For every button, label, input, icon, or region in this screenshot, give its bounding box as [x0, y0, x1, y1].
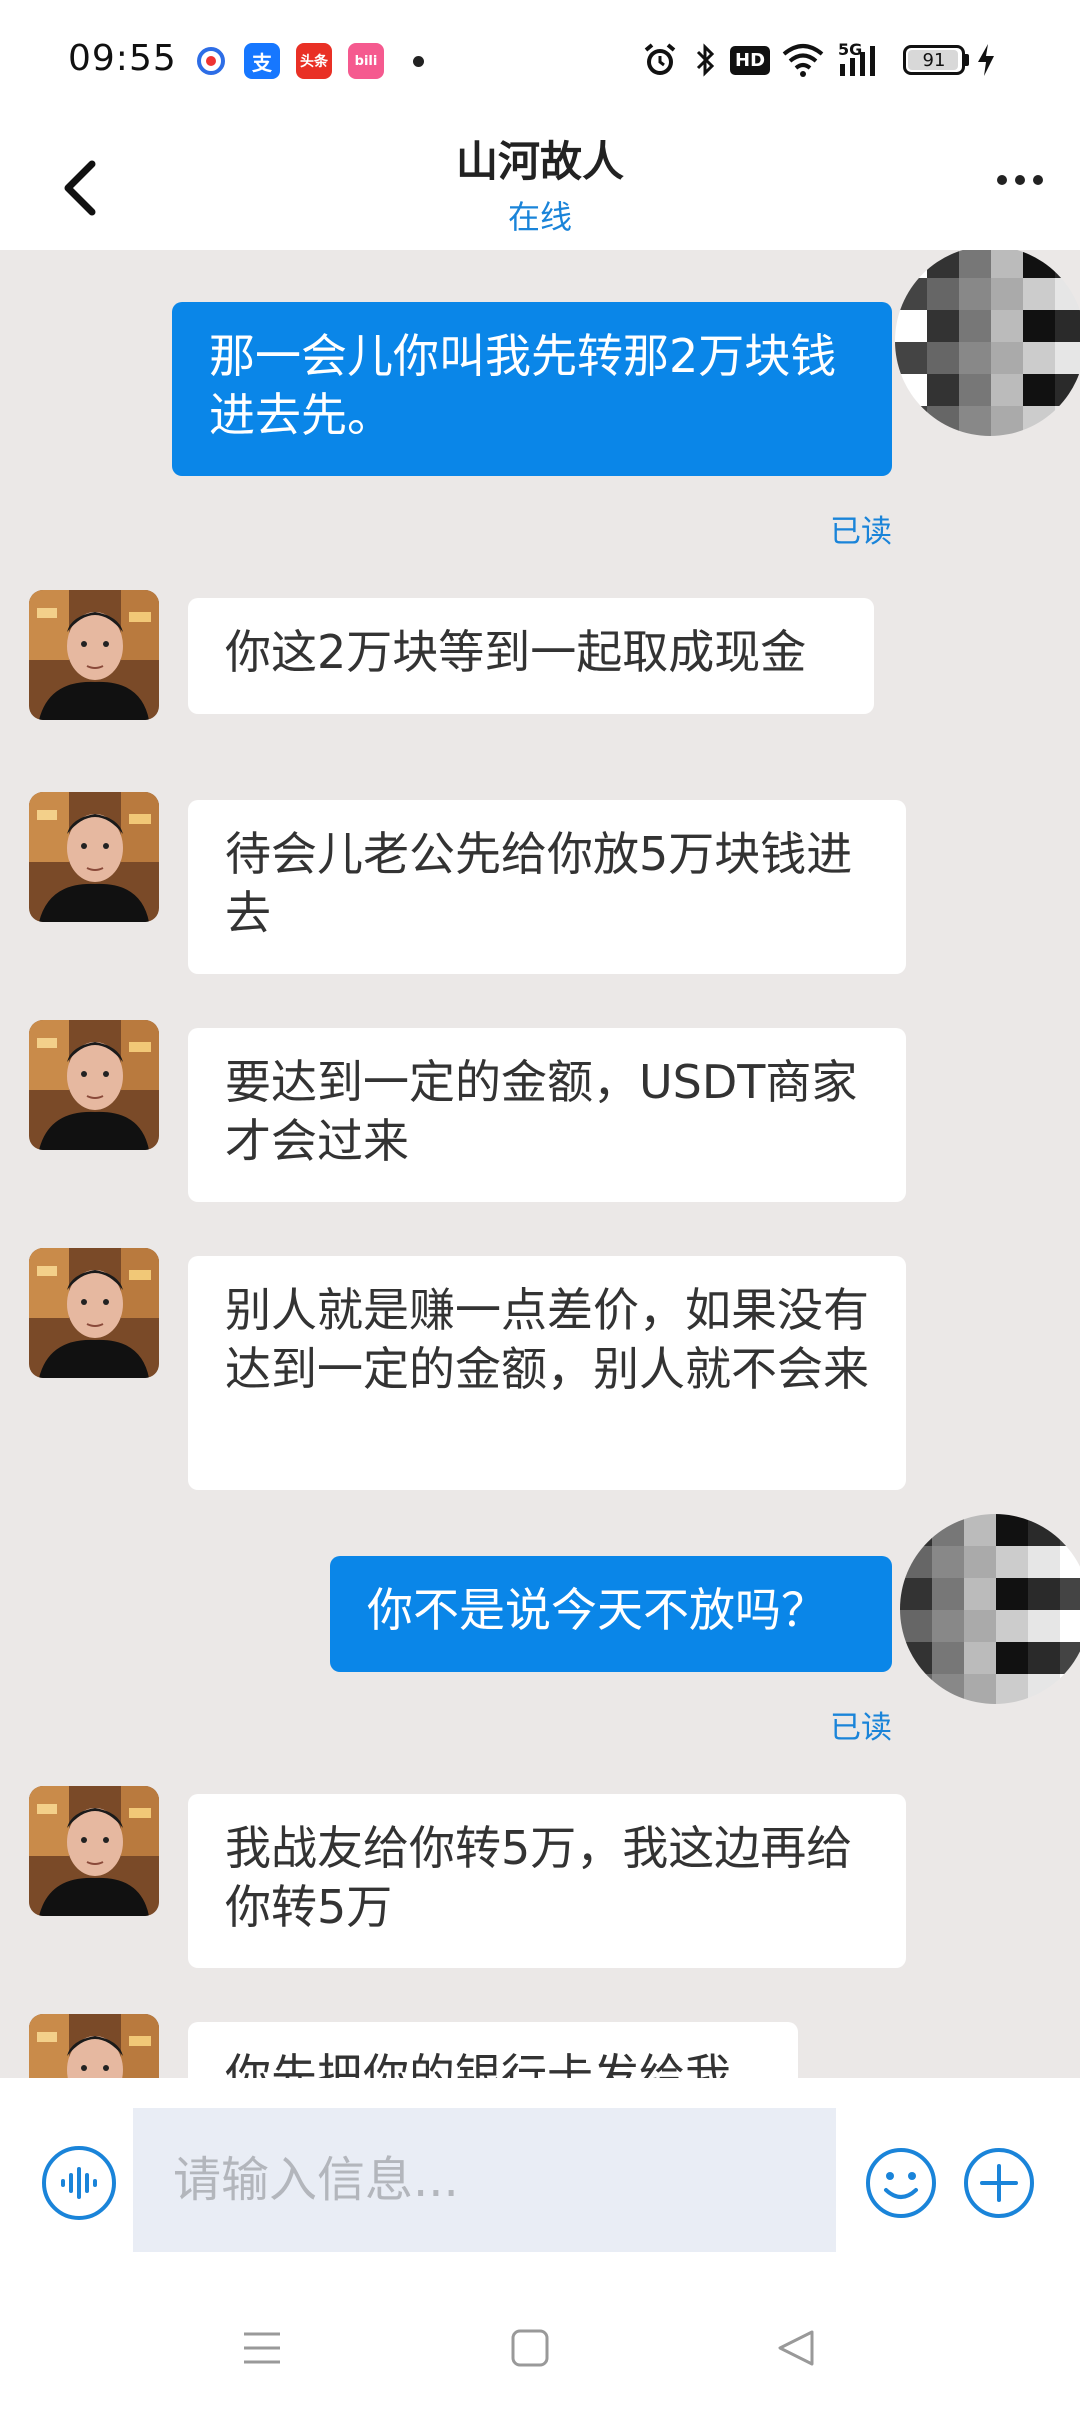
hd-icon: HD — [730, 40, 771, 80]
my-avatar[interactable] — [900, 1514, 1080, 1704]
incoming-message-bubble[interactable]: 待会儿老公先给你放5万块钱进去 — [188, 800, 906, 974]
contact-online-status: 在线 — [507, 198, 572, 236]
incoming-message-bubble[interactable]: 我战友给你转5万，我这边再给你转5万 — [188, 1794, 906, 1968]
chat-header: 山河故人 在线 — [0, 120, 1080, 250]
message-input-bar — [0, 2078, 1080, 2278]
person-photo-icon — [29, 2014, 159, 2078]
incoming-message-bubble[interactable]: 要达到一定的金额，USDT商家才会过来 — [188, 1028, 906, 1202]
contact-avatar[interactable] — [29, 1786, 159, 1916]
person-photo-icon — [29, 1020, 159, 1150]
read-receipt: 已读 — [830, 1710, 892, 1746]
more-dots-icon — [997, 175, 1007, 185]
cellular-signal-icon: 5G — [836, 40, 888, 80]
home-square-icon — [511, 2329, 549, 2367]
outgoing-message-bubble[interactable]: 你不是说今天不放吗？ — [330, 1556, 892, 1672]
charging-icon — [974, 40, 998, 80]
message-list[interactable]: 那一会儿你叫我先转那2万块钱进去先。 已读 你这2万块等到一起取成现金 待会儿老… — [0, 250, 1080, 2078]
battery-icon: 91 — [900, 40, 972, 80]
voice-wave-icon — [61, 2167, 97, 2199]
system-navigation-bar — [0, 2278, 1080, 2412]
contact-avatar[interactable] — [29, 792, 159, 922]
contact-avatar[interactable] — [29, 590, 159, 720]
outgoing-message-bubble[interactable]: 那一会儿你叫我先转那2万块钱进去先。 — [172, 302, 892, 476]
back-triangle-icon — [778, 2330, 814, 2366]
alipay-app-icon: 支 — [244, 43, 280, 79]
my-avatar[interactable] — [895, 250, 1080, 436]
contact-avatar[interactable] — [29, 1020, 159, 1150]
home-button[interactable] — [500, 2318, 560, 2378]
read-receipt: 已读 — [830, 514, 892, 550]
contact-avatar[interactable] — [29, 1248, 159, 1378]
status-time: 09:55 — [68, 38, 177, 79]
baidu-app-icon — [193, 43, 229, 79]
person-photo-icon — [29, 1248, 159, 1378]
alarm-icon — [640, 40, 680, 80]
incoming-message-bubble[interactable]: 你先把你的银行卡发给我 — [188, 2022, 798, 2078]
more-actions-button[interactable] — [962, 2146, 1036, 2220]
bluetooth-icon — [690, 40, 720, 80]
bilibili-app-icon: bili — [348, 43, 384, 79]
menu-lines-icon — [244, 2332, 280, 2364]
contact-name: 山河故人 — [455, 137, 624, 186]
smiley-icon — [866, 2148, 936, 2218]
person-photo-icon — [29, 792, 159, 922]
contact-avatar[interactable] — [29, 2014, 159, 2078]
notification-dot — [413, 56, 424, 67]
recent-apps-button[interactable] — [232, 2318, 292, 2378]
back-nav-button[interactable] — [766, 2318, 826, 2378]
person-photo-icon — [29, 1786, 159, 1916]
person-photo-icon — [29, 590, 159, 720]
more-options-button[interactable] — [980, 150, 1060, 210]
wifi-icon — [780, 40, 826, 80]
voice-input-button[interactable] — [42, 2146, 116, 2220]
pixelated-avatar-icon — [900, 1514, 1080, 1704]
emoji-button[interactable] — [864, 2146, 938, 2220]
plus-icon — [964, 2148, 1034, 2218]
incoming-message-bubble[interactable]: 你这2万块等到一起取成现金 — [188, 598, 874, 714]
incoming-message-bubble[interactable]: 别人就是赚一点差价，如果没有达到一定的金额，别人就不会来 — [188, 1256, 906, 1490]
message-input[interactable] — [133, 2108, 836, 2252]
status-bar: 09:55 支 头条 bili HD 5G 91 — [0, 0, 1080, 120]
pixelated-avatar-icon — [895, 250, 1080, 436]
toutiao-app-icon: 头条 — [296, 43, 332, 79]
